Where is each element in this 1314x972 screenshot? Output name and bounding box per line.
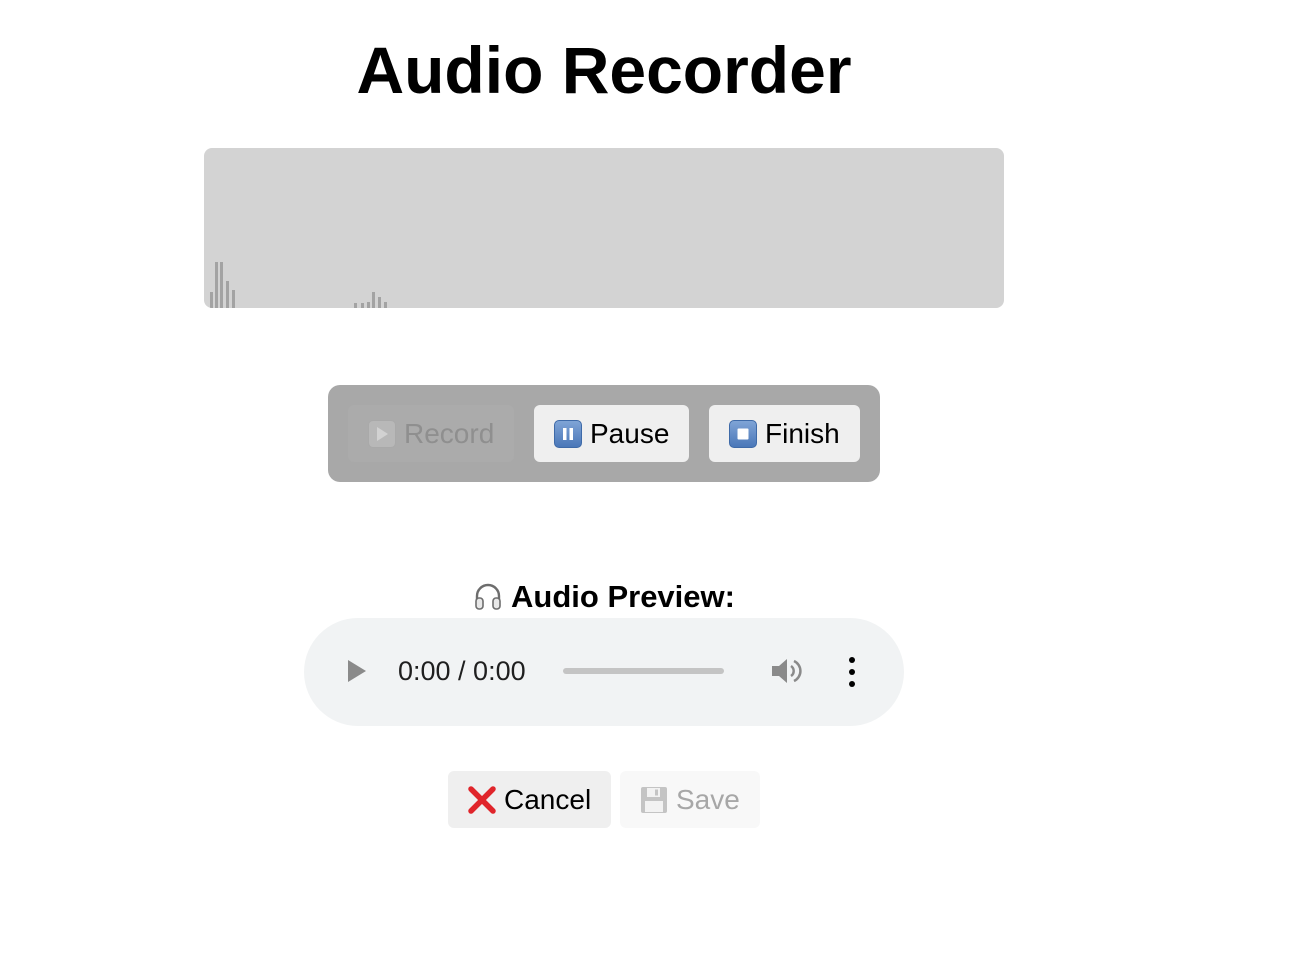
page-title: Audio Recorder — [356, 33, 852, 107]
seek-slider[interactable] — [563, 668, 724, 674]
level-bar — [372, 292, 375, 308]
finish-button[interactable]: Finish — [709, 405, 860, 462]
time-display: 0:00 / 0:00 — [398, 656, 526, 686]
play-icon — [368, 419, 396, 448]
pause-button[interactable]: Pause — [534, 405, 689, 462]
level-bar — [220, 262, 223, 308]
floppy-disk-icon — [640, 786, 668, 814]
recorder-controls: Record Pause Finish — [328, 385, 880, 482]
level-bar — [354, 303, 357, 308]
level-bar — [384, 302, 387, 308]
pause-button-label: Pause — [590, 417, 670, 449]
level-bar — [378, 297, 381, 308]
record-button[interactable]: Record — [348, 405, 514, 462]
audio-player: 0:00 / 0:00 — [304, 618, 904, 726]
level-bar — [210, 292, 213, 308]
cancel-button[interactable]: Cancel — [448, 771, 611, 828]
save-button-label: Save — [676, 783, 740, 815]
pause-icon — [554, 419, 582, 448]
stop-icon — [729, 419, 757, 448]
audio-preview-heading: Audio Preview: — [0, 578, 1208, 620]
waveform-visualizer — [204, 148, 1004, 308]
volume-icon[interactable] — [770, 656, 804, 691]
record-button-label: Record — [404, 417, 495, 449]
audio-preview-label: Audio Preview: — [511, 579, 735, 614]
cross-mark-icon — [468, 785, 496, 814]
save-button[interactable]: Save — [620, 771, 760, 828]
level-bar — [361, 303, 364, 308]
cancel-button-label: Cancel — [504, 783, 592, 815]
level-bar — [226, 281, 229, 308]
more-options-icon[interactable] — [847, 656, 857, 693]
play-icon[interactable] — [346, 658, 368, 689]
level-bar — [215, 262, 218, 308]
finish-button-label: Finish — [765, 417, 840, 449]
headphones-icon — [473, 581, 503, 620]
level-bar — [367, 302, 370, 308]
level-bar — [232, 290, 235, 308]
